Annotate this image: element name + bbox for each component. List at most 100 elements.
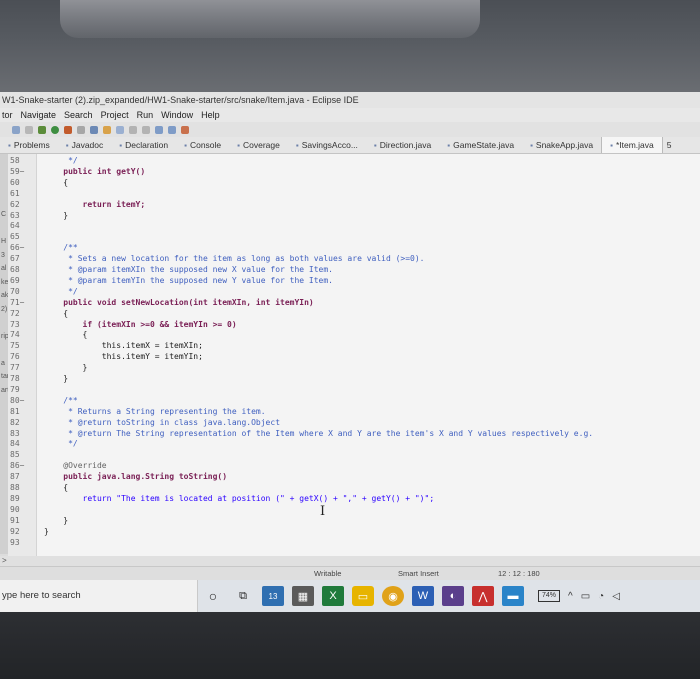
chrome-icon[interactable]: ◉ — [382, 586, 404, 606]
taskbar-search-input[interactable]: ype here to search — [0, 580, 198, 612]
cortana-icon[interactable]: ○ — [202, 586, 224, 606]
code-line[interactable]: return itemY; — [44, 200, 146, 209]
horizontal-scrollbar[interactable]: > — [0, 556, 700, 566]
line-number: 79 — [10, 384, 20, 394]
tab-label: Coverage — [242, 140, 280, 150]
line-number: 62 — [10, 199, 20, 209]
excel-icon[interactable]: X — [322, 586, 344, 606]
line-number: 90 — [10, 504, 20, 514]
code-line[interactable]: return "The item is located at position … — [44, 494, 435, 503]
menu-item[interactable]: Run — [137, 110, 154, 120]
editor-tab[interactable]: ▪ Problems — [0, 137, 58, 153]
explorer-fragment: 3 — [1, 251, 5, 259]
line-number: 70 — [10, 286, 20, 296]
editor-tab[interactable]: ▪ Javadoc — [58, 137, 112, 153]
editor-tab[interactable]: ▪ SnakeApp.java — [522, 137, 601, 153]
code-line[interactable]: this.itemX = itemXIn; — [44, 341, 203, 350]
menu-item[interactable]: Search — [64, 110, 93, 120]
editor-tab[interactable]: ▪ Declaration — [111, 137, 176, 153]
debug-icon[interactable] — [38, 125, 46, 134]
code-line[interactable]: if (itemXIn >=0 && itemYIn >= 0) — [44, 320, 237, 329]
code-line[interactable]: * @return toString in class java.lang.Ob… — [44, 418, 280, 427]
problems-icon: ▪ — [8, 140, 11, 150]
editor-tab[interactable]: ▪ Console — [176, 137, 229, 153]
tray-chevron-icon[interactable]: ^ — [568, 591, 573, 602]
editor-tab[interactable]: ▪ Coverage — [229, 137, 288, 153]
menu-item[interactable]: Window — [161, 110, 193, 120]
code-line[interactable]: this.itemY = itemYIn; — [44, 352, 203, 361]
package-explorer-edge: C H 3 al ke ake 2) rip a tar arte — [0, 154, 8, 554]
code-line[interactable]: { — [44, 330, 88, 339]
line-number: 83 — [10, 428, 20, 438]
windows-taskbar: ype here to search ○ ⧉ 13 ▦ X ▭ ◉ W ◐ ⋀ … — [0, 580, 700, 612]
code-line[interactable]: /** — [44, 243, 77, 252]
line-number: 67 — [10, 254, 20, 264]
explorer-fragment — [0, 343, 8, 357]
code-line[interactable]: * @param itemYIn the supposed new Y valu… — [44, 276, 333, 285]
line-number: 76 — [10, 352, 20, 362]
code-line[interactable]: } — [44, 516, 68, 525]
prev-annotation-icon[interactable] — [142, 125, 150, 134]
code-line[interactable]: } — [44, 211, 68, 220]
code-line[interactable]: /** — [44, 396, 77, 405]
next-annotation-icon[interactable] — [129, 125, 137, 134]
media-icon[interactable]: ▬ — [502, 586, 524, 606]
photo-top-edge — [0, 0, 700, 92]
line-number: 85 — [10, 450, 20, 460]
java-editor[interactable]: 58 */ 59− public int getY() 60 {61 62 retur… — [8, 154, 700, 556]
search-icon[interactable] — [103, 125, 111, 134]
photo-bottom-edge — [0, 612, 700, 679]
open-type-icon[interactable] — [90, 125, 98, 134]
menu-item[interactable]: Help — [201, 110, 220, 120]
file-explorer-icon[interactable]: ▭ — [352, 586, 374, 606]
code-line[interactable]: { — [44, 483, 68, 492]
line-number: 58 — [10, 156, 20, 165]
menu-item[interactable]: Project — [101, 110, 129, 120]
menu-item[interactable]: Navigate — [21, 110, 57, 120]
code-line[interactable]: * @param itemXIn the supposed new X valu… — [44, 265, 333, 274]
new-icon[interactable] — [77, 125, 85, 134]
eclipse-icon[interactable]: ◐ — [442, 586, 464, 606]
code-line[interactable]: * @return The String representation of t… — [44, 429, 593, 438]
mail-icon[interactable]: 13 — [262, 586, 284, 606]
annotation-icon[interactable] — [116, 125, 124, 134]
calculator-icon[interactable]: ▦ — [292, 586, 314, 606]
code-line[interactable]: public java.lang.String toString() — [44, 472, 227, 481]
acrobat-icon[interactable]: ⋀ — [472, 586, 494, 606]
java-file-icon: ▪ — [447, 140, 451, 150]
code-line[interactable]: @Override — [44, 461, 106, 470]
task-view-icon[interactable]: ⧉ — [232, 586, 254, 606]
code-line[interactable]: } — [44, 374, 68, 383]
code-line[interactable]: */ — [44, 156, 78, 165]
code-line[interactable]: public int getY() — [44, 167, 145, 176]
forward-icon[interactable] — [168, 125, 176, 134]
code-line[interactable]: * Returns a String representing the item… — [44, 407, 265, 416]
volume-icon[interactable]: ◁ — [612, 591, 620, 602]
code-line[interactable]: */ — [44, 439, 78, 448]
network-icon[interactable]: ▭ — [581, 591, 590, 602]
code-line[interactable]: { — [44, 178, 68, 187]
editor-tab[interactable]: ▪ Direction.java — [366, 137, 439, 153]
code-line[interactable]: */ — [44, 287, 78, 296]
pin-icon[interactable] — [181, 125, 189, 134]
code-line[interactable]: public void setNewLocation(int itemXIn, … — [44, 298, 313, 307]
tab-overflow-count[interactable]: 5 — [667, 140, 672, 150]
coverage-run-icon[interactable] — [64, 125, 72, 134]
back-icon[interactable] — [155, 125, 163, 134]
print-icon[interactable] — [25, 125, 33, 134]
editor-tab[interactable]: ▪ *Item.java — [601, 137, 663, 153]
code-line[interactable]: * Sets a new location for the item as lo… — [44, 254, 424, 263]
menu-item[interactable]: tor — [2, 110, 13, 120]
tab-label: SnakeApp.java — [535, 140, 594, 150]
editor-tab[interactable]: ▪ GameState.java — [439, 137, 522, 153]
save-icon[interactable] — [12, 125, 20, 134]
word-icon[interactable]: W — [412, 586, 434, 606]
line-number: 72 — [10, 308, 20, 318]
code-line[interactable]: { — [44, 309, 68, 318]
code-line[interactable]: } — [44, 527, 49, 536]
editor-tab[interactable]: ▪ SavingsAcco... — [288, 137, 366, 153]
wifi-icon[interactable]: ◔ — [598, 591, 604, 602]
console-icon: ▪ — [184, 140, 187, 150]
run-icon[interactable] — [51, 125, 59, 134]
code-line[interactable]: } — [44, 363, 88, 372]
